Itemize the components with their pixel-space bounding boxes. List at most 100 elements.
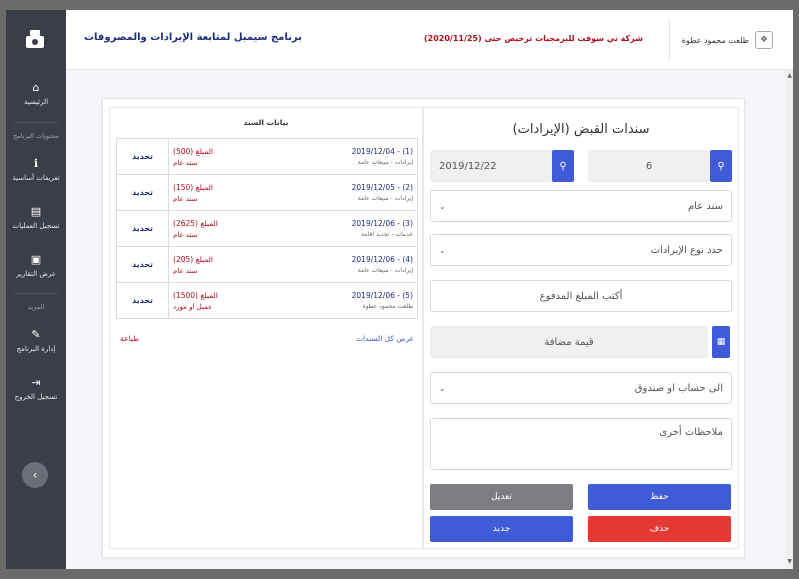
sidebar-item-admin[interactable]: ✎ إدارة البرنامج <box>6 316 66 364</box>
scroll-down-icon[interactable]: ▼ <box>787 558 792 565</box>
search-icon: ⚲ <box>717 160 725 172</box>
row-date-block: (4) - 2019/12/06 إيرادات - مبيعات عامة <box>352 255 413 275</box>
document-type-select[interactable]: ⌄ سند عام <box>430 190 732 222</box>
table-row[interactable]: تحديد المبلغ (500) سند عام (1) - 2019/12/04… <box>116 138 418 175</box>
new-button[interactable]: جديد <box>430 516 573 542</box>
row-details: المبلغ (150) سند عام (2) - 2019/12/05 إيراد… <box>168 174 418 211</box>
chevron-left-icon: ‹ <box>32 468 38 482</box>
row-date-block: (5) - 2019/12/06 طلعت محمود عطوة <box>352 291 413 311</box>
vat-calculator-button[interactable]: ▦ <box>712 326 730 358</box>
table-row[interactable]: تحديد المبلغ (2625) سند عام (3) - 2019/12/0… <box>116 210 418 247</box>
sidebar-item-ops[interactable]: ▤ تسجيل العمليات <box>6 193 66 241</box>
sidebar-item-home[interactable]: ⌂ الرئيسية <box>6 68 66 118</box>
row-details: المبلغ (205) سند عام (4) - 2019/12/06 إيراد… <box>168 246 418 283</box>
scrollbar[interactable] <box>785 70 793 569</box>
row-amount-block: المبلغ (205) سند عام <box>173 255 213 275</box>
select-row-button[interactable]: تحديد <box>116 174 169 211</box>
documents-table: تحديد المبلغ (500) سند عام (1) - 2019/12/04… <box>116 138 418 319</box>
section-label: المزيد <box>27 303 45 311</box>
notes-textarea[interactable]: ملاحظات أخرى <box>430 418 732 470</box>
row-amount-block: المبلغ (2625) سند عام <box>173 219 218 239</box>
scroll-up-icon[interactable]: ▲ <box>787 72 792 79</box>
show-all-link[interactable]: عرض كل السندات <box>356 334 414 343</box>
row-amount: المبلغ (1500) <box>173 290 218 300</box>
account-placeholder: الى حساب او صندوق <box>634 382 723 394</box>
sidebar: ⌂ الرئيسية محتويات البرنامج ℹ تعريفات أس… <box>6 10 66 569</box>
table-row[interactable]: تحديد المبلغ (150) سند عام (2) - 2019/12/05… <box>116 174 418 211</box>
chevron-down-icon: ⌄ <box>439 201 446 211</box>
logo-icon <box>26 30 44 48</box>
app-logo[interactable] <box>6 10 66 68</box>
sidebar-item-reports[interactable]: ▣ عرض التقارير <box>6 241 66 289</box>
row-amount: المبلغ (205) <box>173 254 214 264</box>
sidebar-item-label: الرئيسية <box>23 97 49 106</box>
row-kind: سند عام <box>173 266 198 275</box>
table-row[interactable]: تحديد المبلغ (205) سند عام (4) - 2019/12/06… <box>116 246 418 283</box>
logout-icon: ⇥ <box>31 375 41 389</box>
row-details: المبلغ (1500) عميل او مورد (5) - 2019/12/0… <box>168 282 418 319</box>
company-license: شركة تي سوفت للبرمجيات ترخيص حتى (2020/1… <box>423 34 643 43</box>
row-amount: المبلغ (150) <box>173 182 214 192</box>
row-date-block: (2) - 2019/12/05 إيرادات - مبيعات عامة <box>352 183 413 203</box>
row-kind: عميل او مورد <box>173 302 213 311</box>
date-field[interactable]: 2019/12/22 <box>430 150 552 182</box>
row-amount: المبلغ (500) <box>173 146 214 156</box>
vat-input[interactable]: قيمة مضافة <box>430 326 708 358</box>
row-amount-block: المبلغ (150) سند عام <box>173 183 213 203</box>
table-row[interactable]: تحديد المبلغ (1500) عميل او مورد (5) - 2019… <box>116 282 418 319</box>
select-row-button[interactable]: تحديد <box>116 282 169 319</box>
form-title: سندات القبض (الإيرادات) <box>512 122 650 137</box>
receipt-form: سندات القبض (الإيرادات) 6 ⚲ 2019/12/22 ⚲… <box>423 107 739 549</box>
chevron-down-icon: ⌄ <box>439 383 446 393</box>
amount-input[interactable]: أكتب المبلغ المدفوع <box>430 280 732 312</box>
calculator-icon: ▦ <box>716 337 726 347</box>
collapse-sidebar-button[interactable]: ‹ <box>22 462 48 488</box>
row-date: (5) - 2019/12/06 <box>351 290 413 300</box>
row-date-block: (3) - 2019/12/06 خدمات - تجديد اقامة <box>352 219 413 239</box>
row-amount-block: المبلغ (1500) عميل او مورد <box>173 291 218 311</box>
number-search-button[interactable]: ⚲ <box>710 150 732 182</box>
select-row-button[interactable]: تحديد <box>116 210 169 247</box>
sidebar-item-label: عرض التقارير <box>16 269 56 278</box>
row-kind: سند عام <box>173 230 198 239</box>
select-row-button[interactable]: تحديد <box>116 138 169 175</box>
divider <box>14 293 58 294</box>
search-icon: ⚲ <box>559 160 567 172</box>
panel-title: بيانات السند <box>243 118 289 127</box>
delete-button[interactable]: حذف <box>588 516 731 542</box>
row-date: (1) - 2019/12/04 <box>351 146 413 156</box>
chevron-down-icon: ⌄ <box>439 245 446 255</box>
row-category: إيرادات - مبيعات عامة <box>357 194 413 202</box>
revenue-type-select[interactable]: ⌄ حدد نوع الإيرادات <box>430 234 732 266</box>
sidebar-item-label: تسجيل العمليات <box>12 221 60 230</box>
save-button[interactable]: حفظ <box>588 484 731 510</box>
row-kind: سند عام <box>173 194 198 203</box>
documents-panel: بيانات السند تحديد المبلغ (500) سند عام (1)… <box>109 107 423 549</box>
row-date: (3) - 2019/12/06 <box>351 218 413 228</box>
main-card: بيانات السند تحديد المبلغ (500) سند عام (1)… <box>102 98 745 558</box>
document-number-value: 6 <box>645 160 653 172</box>
date-search-button[interactable]: ⚲ <box>552 150 574 182</box>
document-icon: ▤ <box>30 204 42 218</box>
select-row-button[interactable]: تحديد <box>116 246 169 283</box>
revenue-type-placeholder: حدد نوع الإيرادات <box>650 244 723 256</box>
account-select[interactable]: ⌄ الى حساب او صندوق <box>430 372 732 404</box>
user-menu[interactable]: طلعت محمود عطوة ❖ <box>668 20 773 60</box>
date-value: 2019/12/22 <box>439 160 497 172</box>
sidebar-item-basics[interactable]: ℹ تعريفات أساسية <box>6 145 66 193</box>
row-details: المبلغ (2625) سند عام (3) - 2019/12/06 خدما… <box>168 210 418 247</box>
edit-button[interactable]: تعديل <box>430 484 573 510</box>
sidebar-item-label: تعريفات أساسية <box>12 173 60 182</box>
row-date-block: (1) - 2019/12/04 إيرادات - مبيعات عامة <box>352 147 413 167</box>
wrench-icon: ✎ <box>31 327 41 341</box>
user-logo-icon: ❖ <box>755 31 773 49</box>
amount-placeholder: أكتب المبلغ المدفوع <box>539 290 623 302</box>
sidebar-item-logout[interactable]: ⇥ تسجيل الخروج <box>6 364 66 412</box>
vat-placeholder: قيمة مضافة <box>544 336 594 348</box>
row-category: إيرادات - مبيعات عامة <box>357 158 413 166</box>
notes-placeholder: ملاحظات أخرى <box>659 427 723 438</box>
row-date: (2) - 2019/12/05 <box>351 182 413 192</box>
document-number-field[interactable]: 6 <box>588 150 710 182</box>
top-bar: برنامج سيمبل لمتابعة الإيرادات والمصروفا… <box>66 10 793 70</box>
print-link[interactable]: طباعة <box>120 334 139 343</box>
